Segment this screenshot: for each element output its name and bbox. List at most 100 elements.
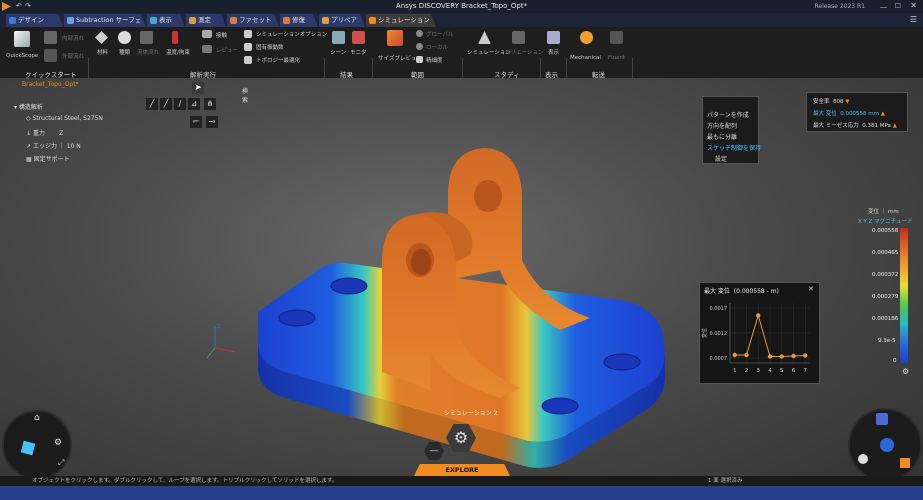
facet-icon: [230, 17, 237, 24]
global-icon[interactable]: [416, 30, 423, 37]
context-item[interactable]: パターンを作成: [707, 110, 749, 119]
fit-icon[interactable]: ⤢: [58, 458, 64, 468]
fluent-label: Fluent: [608, 55, 626, 61]
sim-options-label: シミュレーションオプション: [256, 32, 328, 38]
legend-toggle-icon[interactable]: [900, 458, 910, 468]
home-icon[interactable]: ⌂: [34, 413, 40, 423]
internal-flow-icon[interactable]: [44, 31, 57, 44]
global-label: グローバル: [426, 32, 454, 38]
explore-mode-bar[interactable]: EXPLORE: [414, 464, 510, 476]
context-item[interactable]: 最もに分離: [707, 132, 737, 141]
max-displacement-row[interactable]: 最大 変位 0.000558 mm ▲: [813, 109, 885, 117]
sim-options-icon[interactable]: [244, 30, 252, 38]
context-footer[interactable]: 設定: [715, 154, 727, 163]
refine-icon[interactable]: [416, 56, 423, 63]
scale-tick: 0.000372: [872, 272, 899, 278]
tree-item-edge-force[interactable]: ↗ エッジ力 ｜ 10 N: [26, 141, 81, 150]
settings-icon[interactable]: ⚙: [54, 438, 62, 448]
color-legend-axes[interactable]: X Y Z マグニチュード: [858, 217, 913, 225]
tree-item-material[interactable]: ◇ Structural Steel, S275N: [26, 115, 103, 122]
topology-icon[interactable]: [244, 56, 252, 64]
tab-surface[interactable]: Subtraction サーフェス: [64, 14, 146, 27]
tab-facet[interactable]: ファセット: [227, 14, 279, 27]
tab-prepare[interactable]: プリペア: [319, 14, 365, 27]
tab-display[interactable]: 表示: [147, 14, 185, 27]
scene-icon[interactable]: [332, 31, 345, 44]
sim-tools-wheel[interactable]: [848, 408, 922, 482]
menu-icon[interactable]: ☰: [910, 15, 917, 24]
legend-settings-icon[interactable]: ⚙: [902, 367, 909, 376]
measure-tool-icon[interactable]: ⌐: [190, 116, 202, 128]
chart-data-point: [767, 354, 773, 359]
review-icon[interactable]: [202, 45, 212, 53]
view-cube-icon[interactable]: [20, 440, 36, 456]
show-icon[interactable]: [547, 31, 560, 44]
tree-label: 重力: [32, 130, 45, 137]
scale-tick: 0.000279: [872, 294, 899, 300]
local-icon[interactable]: [416, 43, 423, 50]
tree-item-structural[interactable]: ▾ 構造解析: [14, 102, 43, 111]
result-label: 最大 変位: [813, 111, 837, 117]
load-type-label: 種類: [119, 50, 131, 56]
monitor-toggle-icon[interactable]: [880, 438, 894, 452]
structure-tree: Bracket_Topo_Opt* ▾ 構造解析 ◇ Structural St…: [0, 78, 130, 163]
ribbon-tabs: デザイン Subtraction サーフェス 表示 測定 ファセット 修復 プリ…: [0, 13, 923, 27]
fluent-icon[interactable]: [610, 31, 623, 44]
navigation-wheel[interactable]: ⌂ ⚙ ⤢: [2, 410, 72, 480]
heat-icon[interactable]: [172, 31, 178, 44]
tab-design[interactable]: デザイン: [6, 14, 63, 27]
curve-tool-icon[interactable]: ∕: [174, 98, 186, 110]
variation-icon[interactable]: [512, 31, 525, 44]
natural-freq-label: 固有振動数: [256, 45, 284, 51]
topology-label: トポロジー最適化: [256, 58, 301, 64]
context-item[interactable]: スケッチ制御を保持: [707, 143, 761, 152]
mechanical-icon[interactable]: [580, 31, 593, 44]
external-flow-label: 外部流れ: [62, 54, 85, 60]
chart-data-point: [779, 354, 784, 359]
material-icon[interactable]: [95, 31, 108, 44]
probe-tool-icon[interactable]: ⊸: [206, 116, 218, 128]
temperature-label: 温度/拘束: [166, 50, 190, 56]
close-chart-icon[interactable]: ✕: [808, 285, 814, 293]
close-icon[interactable]: ✕: [910, 1, 917, 10]
selection-status: 1 面 選択済み: [708, 478, 743, 484]
result-label: 安全率: [813, 99, 830, 105]
release-label: Release 2023 R1: [814, 3, 865, 10]
tree-item-fixed-support[interactable]: ▦ 固定サポート: [26, 154, 70, 163]
monitor-chart-panel: 最大 変位 (0.000558 - m) ✕ 0.0017 0.0012 0.000…: [699, 282, 820, 384]
flow-icon[interactable]: [140, 31, 153, 44]
line-tool-icon[interactable]: ╱: [160, 98, 172, 110]
tab-simulation[interactable]: シミュレーション: [366, 14, 436, 27]
result-value: 0.381 MPa: [862, 123, 891, 129]
display-icon: [150, 17, 157, 24]
node-tool-icon[interactable]: ⋔: [204, 98, 216, 110]
natural-freq-icon[interactable]: [244, 43, 252, 51]
result-icon[interactable]: [876, 413, 888, 425]
probe-icon[interactable]: [858, 454, 868, 464]
refine-label: 精細度: [426, 58, 443, 64]
contact-icon[interactable]: [202, 30, 212, 38]
safety-factor-row[interactable]: 安全率 808 ▼: [813, 97, 850, 105]
status-hint: オブジェクトをクリックします。ダブルクリックして、ループを選択します。トリプルク…: [32, 478, 338, 484]
minimize-icon[interactable]: —: [880, 3, 887, 11]
maximize-icon[interactable]: ☐: [895, 2, 901, 10]
quickscope-icon[interactable]: [14, 31, 30, 47]
size-preview-icon[interactable]: [387, 30, 403, 46]
tab-measure[interactable]: 測定: [186, 14, 226, 27]
3d-viewport[interactable]: Bracket_Topo_Opt* ▾ 構造解析 ◇ Structural St…: [0, 78, 923, 488]
context-menu: パターンを作成 方向を配列 最もに分離 スケッチ制御を保持 設定: [702, 96, 761, 164]
select-arrow-icon[interactable]: ➤: [192, 82, 204, 94]
max-stress-row[interactable]: 最大 ミーゼス応力 0.381 MPa ▲: [813, 121, 897, 129]
context-item[interactable]: 方向を配列: [707, 121, 737, 130]
external-flow-icon[interactable]: [44, 49, 57, 62]
load-type-icon[interactable]: [118, 31, 131, 44]
simulation-study-icon[interactable]: [478, 31, 491, 44]
line-tool-icon[interactable]: ╱: [146, 98, 158, 110]
tree-tab[interactable]: Bracket_Topo_Opt*: [22, 81, 79, 88]
chart-xtick-label: 3: [756, 368, 760, 374]
tree-item-gravity[interactable]: ↓ 重力 Z: [26, 128, 63, 137]
tab-label: 修復: [292, 16, 305, 24]
pin-tool-icon[interactable]: ⊿: [188, 98, 200, 110]
monitor-icon[interactable]: [352, 31, 365, 44]
tab-repair[interactable]: 修復: [280, 14, 318, 27]
